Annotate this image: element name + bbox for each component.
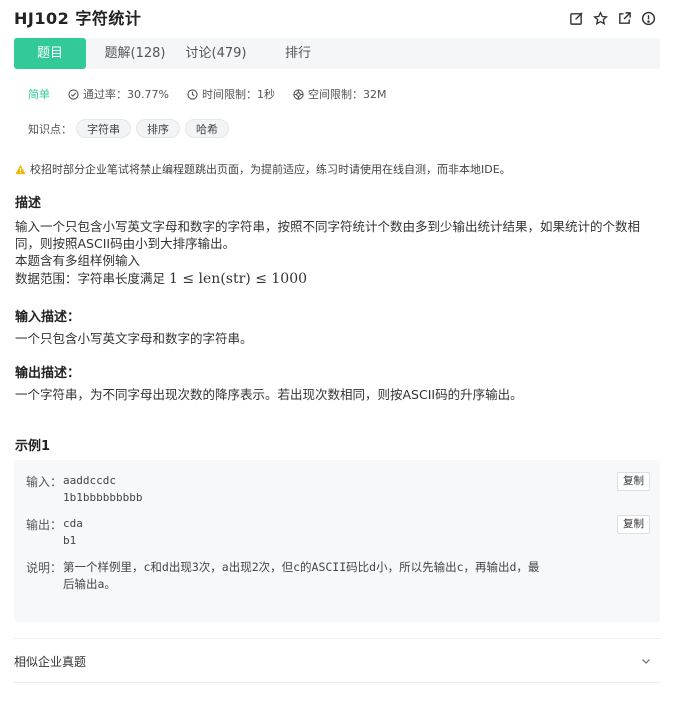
description-line3: 本题含有多组样例输入 [15,253,141,268]
star-icon[interactable] [593,11,608,26]
data-range: 数据范围：字符串长度满足 1 ≤ len(str) ≤ 1000 [15,270,307,288]
external-link-icon[interactable] [617,11,632,26]
pass-rate: 通过率：30.77% [68,86,169,102]
time-limit: 时间限制：1秒 [187,86,275,102]
warning-icon [15,164,26,174]
check-circle-icon [68,88,79,100]
description-line2: 同，则按照ASCII码由小到大排序输出。 [15,236,236,251]
space-limit: 空间限制：32M [293,86,387,102]
example-output-line1: cda [63,517,83,530]
space-limit-text: 空间限制：32M [307,88,387,101]
example-input-line2: 1b1bbbbbbbbb [63,491,143,504]
problem-header: HJ102 字符统计 [14,8,660,30]
copy-input-button[interactable]: 复制 [617,472,650,491]
difficulty-badge: 简单 [28,88,50,101]
time-limit-text: 时间限制：1秒 [201,88,275,101]
edit-icon[interactable] [569,11,584,26]
output-desc-text: 一个字符串，为不同字母出现次数的降序表示。若出现次数相同，则按ASCII码的升序… [15,387,523,402]
description-line1: 输入一个只包含小写英文字母和数字的字符串，按照不同字符统计个数由多到少输出统计结… [15,219,641,234]
clock-icon [187,88,198,100]
example-explain-line2: 后输出a。 [63,577,116,591]
example-explain-label: 说明： [26,561,63,575]
tag-string[interactable]: 字符串 [76,119,131,138]
exam-warning: 校招时部分企业笔试将禁止编程题跳出页面，为提前适应，练习时请使用在线自测，而非本… [15,161,511,177]
problem-title: HJ102 字符统计 [14,9,142,28]
example-output-label: 输出： [26,518,63,532]
tab-ranking[interactable]: 排行 [268,38,328,69]
tag-sort[interactable]: 排序 [136,119,180,138]
knowledge-tags: 知识点： 字符串 排序 哈希 [28,119,234,138]
tab-solutions[interactable]: 题解(128) [94,38,176,69]
chevron-down-icon[interactable] [640,655,652,667]
tab-problem[interactable]: 题目 [14,38,86,69]
output-desc-title: 输出描述： [15,366,81,381]
similar-questions-label: 相似企业真题 [14,655,87,669]
problem-tabs: 题目 题解(128) 讨论(479) 排行 [14,38,660,69]
data-range-prefix: 数据范围：字符串长度满足 [15,271,166,286]
problem-meta: 简单 通过率：30.77% 时间限制：1秒 空间限制：32M [28,86,404,102]
header-actions [569,11,656,26]
similar-questions[interactable]: 相似企业真题 [14,638,660,683]
data-range-formula: 1 ≤ len(str) ≤ 1000 [169,271,308,287]
memory-icon [293,88,304,100]
copy-output-button[interactable]: 复制 [617,515,650,534]
knowledge-label: 知识点： [28,122,72,136]
example-box: 输入： aaddccdc 1b1bbbbbbbbb 复制 输出： cda b1 … [14,460,660,622]
example-explain-line1: 第一个样例里，c和d出现3次，a出现2次，但c的ASCII码比d小，所以先输出c… [63,560,540,574]
example-title: 示例1 [15,439,51,454]
info-icon[interactable] [641,11,656,26]
pass-rate-text: 通过率：30.77% [83,88,169,101]
example-input-line1: aaddccdc [63,474,116,487]
example-output-line2: b1 [63,534,77,547]
input-desc-title: 输入描述： [15,310,81,325]
example-input-label: 输入： [26,475,63,489]
warning-text: 校招时部分企业笔试将禁止编程题跳出页面，为提前适应，练习时请使用在线自测，而非本… [30,163,511,176]
tag-hash[interactable]: 哈希 [185,119,229,138]
description-title: 描述 [15,196,42,211]
input-desc-text: 一个只包含小写英文字母和数字的字符串。 [15,331,253,346]
tab-discussion[interactable]: 讨论(479) [178,38,254,69]
